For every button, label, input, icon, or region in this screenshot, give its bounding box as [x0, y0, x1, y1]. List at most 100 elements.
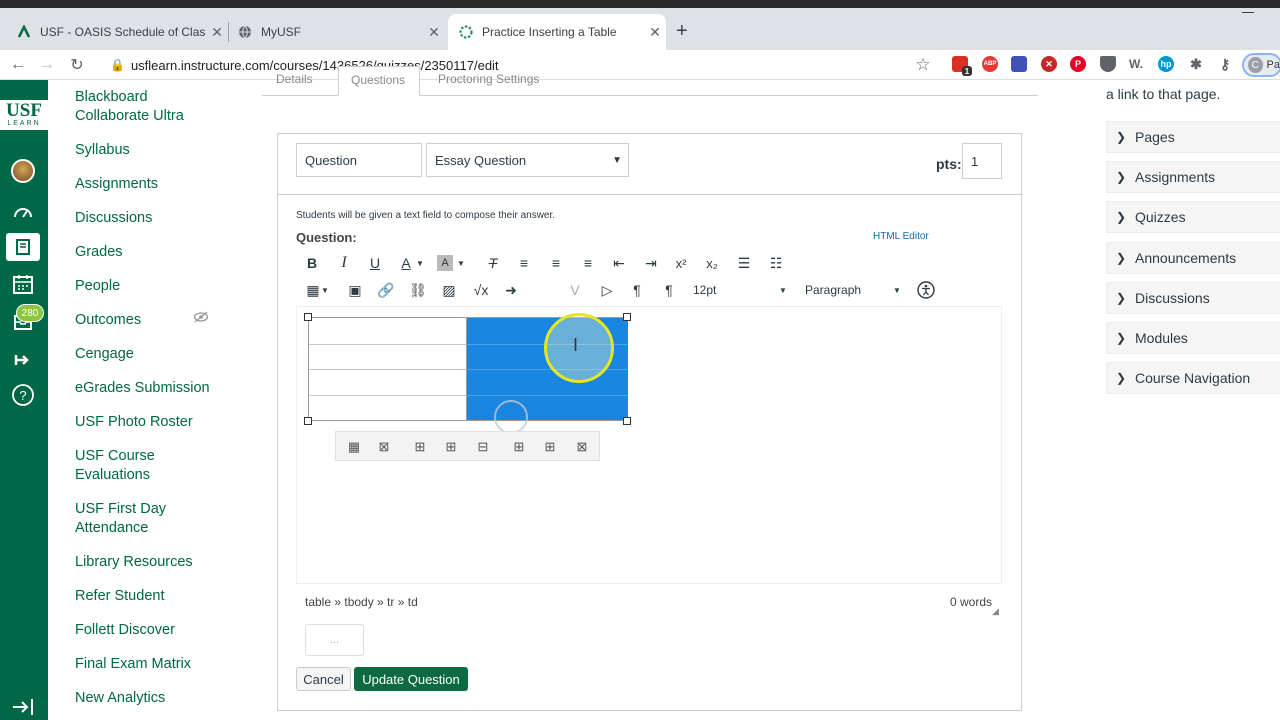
align-left-icon[interactable]: ≡: [513, 252, 535, 274]
media-icon[interactable]: ▣: [344, 279, 366, 301]
accessibility-checker-icon[interactable]: [915, 279, 937, 301]
forward-icon[interactable]: →: [36, 54, 58, 76]
align-right-icon[interactable]: ≡: [577, 252, 599, 274]
tab-details[interactable]: Details: [276, 72, 313, 86]
courses-icon[interactable]: [6, 233, 40, 261]
sidebar-item-course-navigation[interactable]: ❯ Course Navigation: [1106, 362, 1280, 394]
blocker-icon[interactable]: ✕: [1041, 56, 1057, 72]
sidebar-item-announcements[interactable]: ❯ Announcements: [1106, 242, 1280, 274]
sidebar-item-quizzes[interactable]: ❯ Quizzes: [1106, 201, 1280, 233]
course-nav-link-assignments[interactable]: Assignments: [75, 175, 158, 194]
calendar-icon[interactable]: [10, 271, 36, 297]
image-icon[interactable]: ▨: [438, 279, 460, 301]
collapse-nav-icon[interactable]: [10, 694, 36, 720]
tab-proctoring[interactable]: Proctoring Settings: [438, 72, 539, 86]
font-size-value[interactable]: 12pt: [693, 283, 716, 297]
insert-column-after-icon[interactable]: ⊞: [536, 435, 564, 459]
background-color-icon[interactable]: A: [437, 255, 453, 271]
chevron-down-icon[interactable]: ▼: [415, 252, 425, 274]
sidebar-item-discussions[interactable]: ❯ Discussions: [1106, 282, 1280, 314]
course-nav-link-exam-matrix[interactable]: Final Exam Matrix: [75, 655, 191, 674]
browser-tab-active[interactable]: Practice Inserting a Table ✕: [448, 14, 666, 50]
sidebar-item-modules[interactable]: ❯ Modules: [1106, 322, 1280, 354]
new-tab-icon[interactable]: +: [676, 20, 688, 43]
chevron-down-icon[interactable]: ▼: [892, 279, 902, 301]
video-icon[interactable]: ▷: [596, 279, 618, 301]
bookmark-star-icon[interactable]: ☆: [912, 54, 934, 76]
insert-column-before-icon[interactable]: ⊞: [505, 435, 533, 459]
chevron-down-icon[interactable]: ▼: [778, 279, 788, 301]
link-icon[interactable]: 🔗: [375, 279, 397, 301]
reload-icon[interactable]: ↻: [66, 54, 88, 76]
underline-icon[interactable]: U: [364, 252, 386, 274]
course-nav-link-egrades[interactable]: eGrades Submission: [75, 379, 210, 398]
course-nav-link-follett[interactable]: Follett Discover: [75, 621, 175, 640]
more-options-button[interactable]: ...: [305, 624, 364, 656]
course-nav-link-first-day[interactable]: USF First Day Attendance: [75, 500, 185, 538]
pinterest-icon[interactable]: P: [1070, 56, 1086, 72]
question-type-select[interactable]: Essay Question ▼: [426, 143, 629, 177]
shield-icon[interactable]: [1100, 56, 1116, 72]
account-avatar[interactable]: [10, 158, 36, 184]
align-center-icon[interactable]: ≡: [545, 252, 567, 274]
browser-tab-myusf[interactable]: MyUSF ✕: [221, 14, 445, 50]
key-icon[interactable]: ⚷: [1217, 56, 1233, 72]
sidebar-item-pages[interactable]: ❯ Pages: [1106, 121, 1280, 153]
question-name-input[interactable]: Question: [296, 143, 422, 177]
course-nav-link-outcomes[interactable]: Outcomes: [75, 311, 141, 330]
course-nav-link-grades[interactable]: Grades: [75, 243, 123, 262]
chevron-down-icon[interactable]: ▼: [320, 279, 330, 301]
close-tab-icon[interactable]: ✕: [423, 24, 445, 41]
superscript-icon[interactable]: x²: [670, 252, 692, 274]
course-nav-link-refer-student[interactable]: Refer Student: [75, 587, 164, 606]
bold-icon[interactable]: B: [301, 252, 323, 274]
embed-icon[interactable]: ➜: [500, 279, 522, 301]
bullet-list-icon[interactable]: ☰: [733, 252, 755, 274]
course-nav-link-blackboard[interactable]: Blackboard Collaborate Ultra: [75, 88, 205, 126]
usf-learn-logo[interactable]: USF LEARN: [0, 100, 48, 130]
rich-content-editor-area[interactable]: I ▦ ⊠ ⊞ ⊞ ⊟ ⊞ ⊞ ⊠: [296, 306, 1002, 584]
back-icon[interactable]: ←: [7, 54, 29, 76]
course-nav-link-people[interactable]: People: [75, 277, 120, 296]
table-properties-icon[interactable]: ▦: [340, 435, 368, 459]
resize-handle[interactable]: [623, 313, 631, 321]
close-tab-icon[interactable]: ✕: [644, 24, 666, 41]
tab-questions[interactable]: Questions: [338, 66, 420, 96]
block-format-value[interactable]: Paragraph: [805, 283, 861, 297]
numbered-list-icon[interactable]: ☷: [765, 252, 787, 274]
course-nav-link-evaluations[interactable]: USF Course Evaluations: [75, 447, 185, 485]
delete-column-icon[interactable]: ⊠: [568, 435, 596, 459]
cancel-button[interactable]: Cancel: [296, 667, 351, 691]
extensions-puzzle-icon[interactable]: ✱: [1188, 56, 1204, 72]
resize-grip-icon[interactable]: ◢: [992, 606, 999, 617]
clear-formatting-icon[interactable]: T: [482, 252, 504, 274]
course-nav-link-discussions[interactable]: Discussions: [75, 209, 152, 228]
html-editor-link[interactable]: HTML Editor: [873, 231, 929, 242]
update-question-button[interactable]: Update Question: [354, 667, 468, 691]
resize-handle[interactable]: [304, 417, 312, 425]
calculator-icon[interactable]: [1011, 56, 1027, 72]
adblock-icon[interactable]: ABP: [982, 56, 998, 72]
rtl-icon[interactable]: ¶: [658, 279, 680, 301]
text-color-icon[interactable]: A: [395, 252, 417, 274]
kaltura-icon[interactable]: V: [564, 279, 586, 301]
unlink-icon[interactable]: ⛓: [407, 279, 429, 301]
outdent-icon[interactable]: ⇤: [608, 252, 630, 274]
profile-button[interactable]: C Pa: [1242, 53, 1280, 77]
help-icon[interactable]: ?: [10, 382, 36, 408]
indent-icon[interactable]: ⇥: [640, 252, 662, 274]
points-input[interactable]: 1: [962, 143, 1002, 179]
chevron-down-icon[interactable]: ▼: [456, 252, 466, 274]
course-nav-link-cengage[interactable]: Cengage: [75, 345, 134, 364]
browser-tab-oasis[interactable]: USF - OASIS Schedule of Classes ✕: [0, 14, 228, 50]
course-nav-link-photo-roster[interactable]: USF Photo Roster: [75, 413, 193, 432]
sidebar-item-assignments[interactable]: ❯ Assignments: [1106, 161, 1280, 193]
insert-row-before-icon[interactable]: ⊞: [406, 435, 434, 459]
hp-icon[interactable]: hp: [1158, 56, 1174, 72]
minimize-icon[interactable]: [1242, 12, 1254, 13]
word-extension-icon[interactable]: W.: [1128, 56, 1144, 72]
dashboard-icon[interactable]: [10, 200, 36, 226]
delete-table-icon[interactable]: ⊠: [370, 435, 398, 459]
insert-row-after-icon[interactable]: ⊞: [437, 435, 465, 459]
delete-row-icon[interactable]: ⊟: [469, 435, 497, 459]
